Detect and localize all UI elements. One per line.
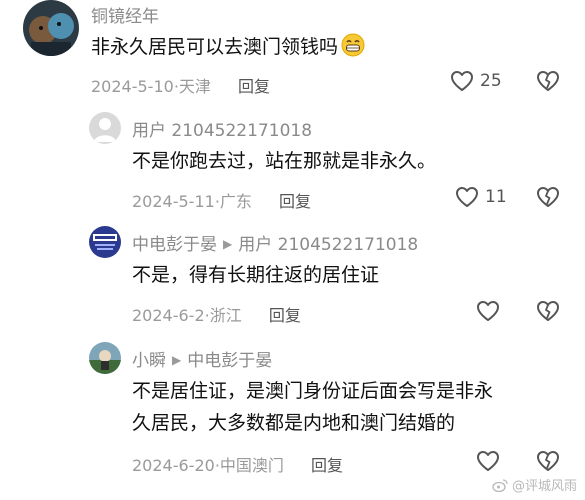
grinning-face-emoji-icon	[341, 33, 365, 67]
comment-meta: 2024-6-2·浙江 回复	[132, 306, 301, 325]
broken-heart-icon	[537, 187, 559, 207]
reply-to-username[interactable]: 用户 2104522171018	[238, 235, 418, 255]
dislike-button[interactable]	[536, 70, 560, 96]
comment-location: 浙江	[209, 306, 242, 325]
comment-thread: 铜镜经年 非永久居民可以去澳门领钱吗 2024-5-10·天津 回复 25 用户…	[0, 0, 585, 500]
avatar[interactable]	[89, 226, 121, 258]
dislike-button[interactable]	[536, 186, 560, 212]
comment-item: 小瞬 ▶ 中电彭于晏 不是居住证，是澳门身份证后面会写是非永 久居民，大多数都是内地…	[0, 340, 585, 490]
like-count: 25	[480, 71, 502, 91]
like-button[interactable]	[476, 450, 500, 472]
heart-outline-icon	[477, 301, 499, 321]
comment-location: 广东	[219, 192, 252, 211]
reply-button[interactable]: 回复	[238, 77, 270, 96]
reply-button[interactable]: 回复	[311, 456, 343, 475]
comment-date: 2024-5-11	[132, 192, 215, 211]
dislike-button[interactable]	[536, 300, 560, 326]
reply-to-username[interactable]: 中电彭于晏	[187, 351, 272, 371]
username[interactable]: 用户 2104522171018	[132, 116, 312, 141]
comment-text: 不是你跑去过，站在那就是非永久。	[132, 150, 437, 172]
comment-date: 2024-5-10	[91, 77, 174, 96]
like-button[interactable]	[476, 300, 500, 322]
triangle-right-icon: ▶	[223, 237, 233, 251]
avatar[interactable]	[89, 342, 121, 374]
avatar[interactable]	[23, 0, 79, 56]
comment-date: 2024-6-20	[132, 456, 215, 475]
comment-meta: 2024-6-20·中国澳门 回复	[132, 456, 344, 475]
comment-date: 2024-6-2	[132, 306, 205, 325]
weibo-logo-icon	[492, 478, 508, 492]
comment-text: 不是居住证，是澳门身份证后面会写是非永 久居民，大多数都是内地和澳门结婚的	[132, 380, 494, 434]
comment-text: 非永久居民可以去澳门领钱吗	[91, 31, 365, 67]
reply-button[interactable]: 回复	[269, 306, 301, 325]
comment-item: 中电彭于晏 ▶ 用户 2104522171018 不是，得有长期往返的居住证 202…	[0, 224, 585, 334]
username[interactable]: 中电彭于晏 ▶ 用户 2104522171018	[132, 230, 418, 255]
dislike-button[interactable]	[536, 450, 560, 476]
comment-meta: 2024-5-11·广东 回复	[132, 192, 312, 211]
broken-heart-icon	[537, 71, 559, 91]
heart-outline-icon	[477, 451, 499, 471]
comment-item: 用户 2104522171018 不是你跑去过，站在那就是非永久。 2024-5…	[0, 110, 585, 220]
avatar[interactable]	[89, 112, 121, 144]
reply-button[interactable]: 回复	[279, 192, 311, 211]
triangle-right-icon: ▶	[172, 353, 182, 367]
username[interactable]: 铜镜经年	[91, 2, 159, 27]
comment-meta: 2024-5-10·天津 回复	[91, 77, 271, 96]
heart-outline-icon	[451, 71, 473, 91]
comment-item: 铜镜经年 非永久居民可以去澳门领钱吗 2024-5-10·天津 回复 25	[0, 0, 585, 110]
broken-heart-icon	[537, 301, 559, 321]
like-count: 11	[485, 187, 507, 207]
comment-location: 中国澳门	[219, 456, 284, 475]
broken-heart-icon	[537, 451, 559, 471]
comment-location: 天津	[178, 77, 211, 96]
comment-text: 不是，得有长期往返的居住证	[132, 264, 380, 286]
like-button[interactable]: 11	[455, 186, 507, 208]
like-button[interactable]: 25	[450, 70, 502, 92]
watermark: @评城风雨	[492, 475, 577, 494]
username[interactable]: 小瞬 ▶ 中电彭于晏	[132, 346, 272, 371]
heart-outline-icon	[456, 187, 478, 207]
